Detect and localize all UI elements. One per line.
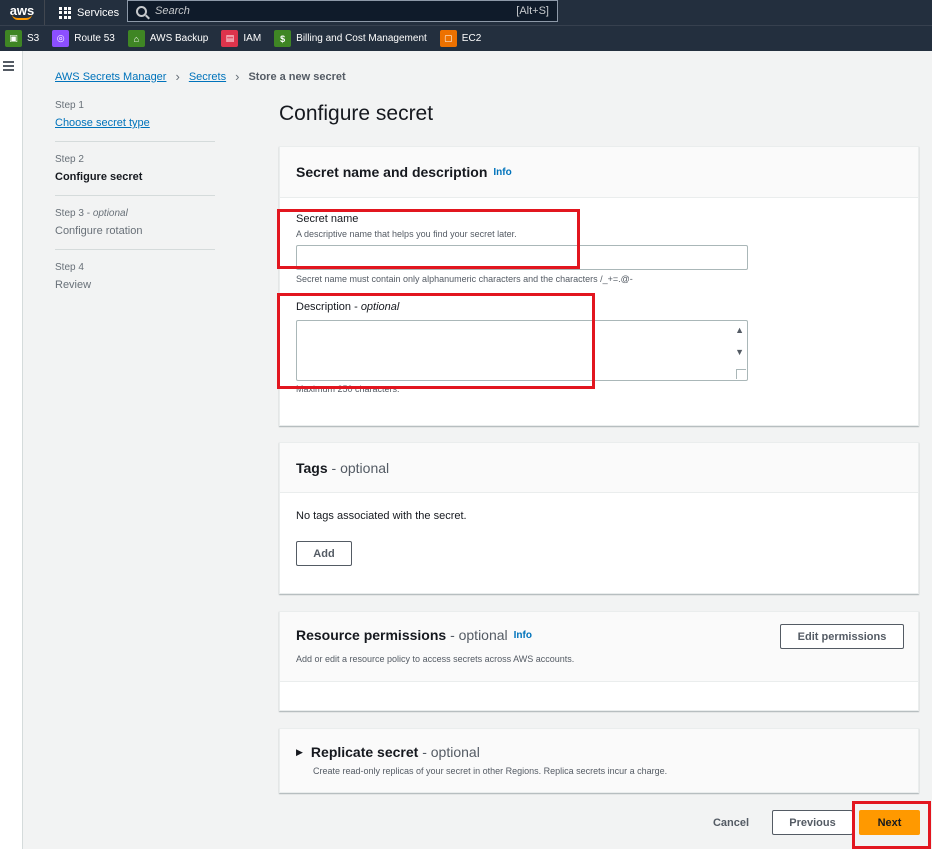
favorite-label: AWS Backup: [149, 33, 209, 44]
search-shortcut: [Alt+S]: [516, 5, 549, 17]
page-title: Configure secret: [279, 102, 434, 125]
cancel-button[interactable]: Cancel: [700, 810, 762, 835]
favorite-aws-backup[interactable]: ⌂ AWS Backup: [127, 30, 209, 47]
search-icon: [136, 5, 147, 17]
panel-header: Resource permissions - optional Info Add…: [280, 612, 918, 682]
iam-icon: ▤: [221, 30, 239, 47]
edit-permissions-button[interactable]: Edit permissions: [780, 624, 904, 649]
grid-icon: [59, 6, 71, 19]
favorites-bar: ▣ S3 ◎ Route 53 ⌂ AWS Backup ▤ IAM $ Bil…: [0, 25, 932, 51]
panel-title: Tags - optional: [296, 459, 390, 476]
tags-empty-text: No tags associated with the secret.: [296, 510, 467, 522]
step-label-configure-secret: Configure secret: [55, 171, 143, 183]
secret-name-label: Secret name: [296, 213, 359, 225]
top-navigation: aws Services Search [Alt+S]: [0, 0, 932, 25]
replicate-secret-panel: ▶ Replicate secret - optional Create rea…: [279, 728, 919, 793]
secret-name-description: A descriptive name that helps you find y…: [296, 229, 517, 239]
backup-icon: ⌂: [127, 30, 145, 47]
ec2-icon: ▢: [439, 30, 457, 47]
favorite-s3[interactable]: ▣ S3: [5, 30, 39, 47]
favorite-route53[interactable]: ◎ Route 53: [52, 30, 115, 47]
panel-title-row: Resource permissions - optional Info: [296, 627, 532, 643]
services-menu-button[interactable]: Services: [45, 0, 129, 25]
panel-header: Secret name and description Info: [280, 147, 918, 198]
description-label: Description - optional: [296, 301, 400, 313]
next-button[interactable]: Next: [859, 810, 920, 835]
favorite-billing[interactable]: $ Billing and Cost Management: [274, 30, 427, 47]
tags-panel: Tags - optional No tags associated with …: [279, 442, 919, 594]
services-label: Services: [77, 6, 120, 19]
description-hint: Maximum 250 characters.: [296, 384, 400, 394]
favorite-label: IAM: [243, 33, 262, 44]
chevron-right-icon: ›: [235, 69, 240, 84]
favorite-label: S3: [27, 33, 40, 44]
step-number: Step 4: [55, 262, 84, 273]
aws-logo[interactable]: aws: [0, 0, 45, 25]
wizard-step-4: Step 4 Review: [55, 262, 215, 303]
breadcrumb-current: Store a new secret: [248, 70, 346, 83]
wizard-step-2: Step 2 Configure secret: [55, 154, 215, 196]
description-textarea[interactable]: ▲ ▼: [296, 320, 748, 381]
step-label-configure-rotation: Configure rotation: [55, 225, 143, 237]
wizard-step-3: Step 3 - optional Configure rotation: [55, 208, 215, 250]
add-tag-button[interactable]: Add: [296, 541, 352, 566]
s3-icon: ▣: [5, 30, 22, 47]
menu-icon[interactable]: [3, 61, 14, 73]
favorite-label: Route 53: [74, 33, 115, 44]
step-label-review: Review: [55, 279, 92, 291]
breadcrumb-secrets-manager[interactable]: AWS Secrets Manager: [55, 71, 166, 83]
breadcrumb-secrets[interactable]: Secrets: [189, 71, 226, 83]
favorite-label: Billing and Cost Management: [296, 33, 427, 44]
resource-permissions-panel: Resource permissions - optional Info Add…: [279, 611, 919, 711]
favorite-iam[interactable]: ▤ IAM: [221, 30, 261, 47]
billing-icon: $: [274, 30, 292, 47]
panel-title: Secret name and description: [296, 164, 488, 180]
step-number: Step 2: [55, 154, 84, 165]
scroll-up-icon[interactable]: ▲: [735, 325, 744, 335]
secret-name-input[interactable]: [296, 245, 748, 270]
scroll-down-icon[interactable]: ▼: [735, 347, 744, 357]
search-placeholder: Search: [155, 5, 190, 17]
favorite-ec2[interactable]: ▢ EC2: [439, 30, 482, 47]
chevron-right-icon: ›: [175, 69, 180, 84]
search-input[interactable]: Search [Alt+S]: [127, 0, 558, 22]
panel-title: Replicate secret - optional: [310, 744, 480, 760]
step-number: Step 3 - optional: [55, 208, 128, 219]
aws-smile-icon: [12, 14, 32, 20]
secret-name-hint: Secret name must contain only alphanumer…: [296, 274, 633, 284]
secret-details-panel: Secret name and description Info Secret …: [279, 146, 919, 426]
breadcrumb: AWS Secrets Manager › Secrets › Store a …: [55, 69, 346, 84]
step-number: Step 1: [55, 100, 84, 111]
step-link-choose-secret-type[interactable]: Choose secret type: [55, 117, 215, 129]
permissions-description: Add or edit a resource policy to access …: [296, 654, 575, 664]
wizard-steps: Step 1 Choose secret type Step 2 Configu…: [55, 100, 215, 315]
info-link[interactable]: Info: [514, 630, 532, 641]
info-link[interactable]: Info: [493, 167, 511, 178]
replicate-description: Create read-only replicas of your secret…: [313, 766, 668, 776]
side-navigation-rail: [0, 51, 23, 849]
resize-handle-icon[interactable]: [736, 369, 746, 379]
previous-button[interactable]: Previous: [772, 810, 853, 835]
caret-right-icon: ▶: [296, 746, 303, 757]
panel-title: Resource permissions - optional: [296, 627, 508, 643]
route53-icon: ◎: [52, 30, 70, 47]
wizard-step-1: Step 1 Choose secret type: [55, 100, 215, 142]
favorite-label: EC2: [461, 33, 482, 44]
panel-header: Tags - optional: [280, 443, 918, 493]
replicate-expander[interactable]: ▶ Replicate secret - optional: [296, 744, 480, 760]
